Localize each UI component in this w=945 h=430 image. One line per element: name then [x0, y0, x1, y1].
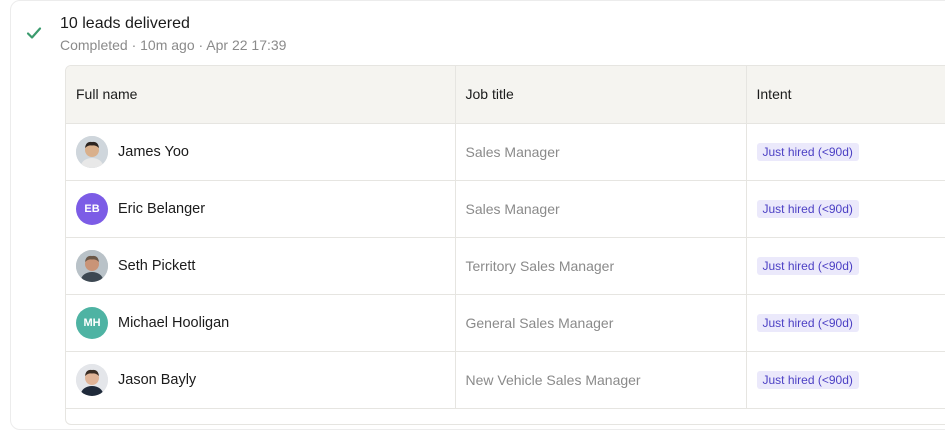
card-subtitle: Completed · 10m ago · Apr 22 17:39 [60, 37, 287, 53]
column-header-intent[interactable]: Intent [746, 66, 945, 124]
avatar: MH [76, 306, 108, 339]
leads-table: Full name Job title Intent James Yoo Sale… [65, 65, 945, 425]
lead-name: Jason Bayly [118, 371, 197, 388]
person-photo-icon [76, 363, 108, 396]
intent-badge: Just hired (<90d) [756, 256, 859, 275]
intent-badge: Just hired (<90d) [756, 370, 859, 389]
job-title-cell[interactable]: General Sales Manager [455, 294, 747, 352]
full-name-cell[interactable]: MH Michael Hooligan [66, 294, 456, 352]
intent-badge: Just hired (<90d) [756, 313, 859, 332]
table-row[interactable]: MH Michael Hooligan General Sales Manager J… [66, 294, 945, 352]
lead-name: Seth Pickett [118, 257, 196, 274]
lead-identity: James Yoo [76, 135, 455, 168]
table-row[interactable]: Seth Pickett Territory Sales Manager Just … [66, 237, 945, 295]
job-title-cell[interactable]: Sales Manager [455, 180, 747, 238]
job-title-cell[interactable]: New Vehicle Sales Manager [455, 351, 747, 409]
job-title-text: General Sales Manager [465, 314, 614, 331]
intent-cell[interactable]: Just hired (<90d) [746, 123, 945, 181]
job-title-text: New Vehicle Sales Manager [465, 371, 641, 388]
lead-name: Michael Hooligan [118, 314, 230, 331]
job-title-text: Sales Manager [465, 200, 560, 217]
intent-badge: Just hired (<90d) [756, 199, 859, 218]
lead-identity: Seth Pickett [76, 249, 455, 282]
table-row[interactable]: Jason Bayly New Vehicle Sales Manager Just… [66, 351, 945, 409]
lead-name: Eric Belanger [118, 200, 206, 217]
person-photo-icon [76, 135, 108, 168]
intent-badge: Just hired (<90d) [756, 142, 859, 161]
lead-identity: Jason Bayly [76, 363, 455, 396]
avatar [76, 363, 108, 396]
avatar [76, 249, 108, 282]
lead-identity: EB Eric Belanger [76, 192, 455, 225]
full-name-cell[interactable]: James Yoo [66, 123, 456, 181]
lead-name: James Yoo [118, 143, 189, 160]
intent-cell[interactable]: Just hired (<90d) [746, 351, 945, 409]
intent-cell[interactable]: Just hired (<90d) [746, 180, 945, 238]
check-icon [26, 27, 42, 39]
full-name-cell[interactable]: Seth Pickett [66, 237, 456, 295]
full-name-cell[interactable]: Jason Bayly [66, 351, 456, 409]
avatar [76, 135, 108, 168]
job-title-text: Territory Sales Manager [465, 257, 615, 274]
avatar: EB [76, 192, 108, 225]
job-title-text: Sales Manager [465, 143, 560, 160]
job-title-cell[interactable]: Territory Sales Manager [455, 237, 747, 295]
full-name-cell[interactable]: EB Eric Belanger [66, 180, 456, 238]
person-photo-icon [76, 249, 108, 282]
column-header-job-title[interactable]: Job title [455, 66, 747, 124]
intent-cell[interactable]: Just hired (<90d) [746, 237, 945, 295]
column-header-full-name[interactable]: Full name [66, 66, 456, 124]
table-row[interactable]: James Yoo Sales Manager Just hired (<90d) [66, 123, 945, 181]
table-row[interactable]: EB Eric Belanger Sales Manager Just hired (… [66, 180, 945, 238]
table-header-row: Full name Job title Intent [66, 66, 945, 124]
intent-cell[interactable]: Just hired (<90d) [746, 294, 945, 352]
job-title-cell[interactable]: Sales Manager [455, 123, 747, 181]
card-title: 10 leads delivered [60, 15, 190, 32]
lead-identity: MH Michael Hooligan [76, 306, 455, 339]
